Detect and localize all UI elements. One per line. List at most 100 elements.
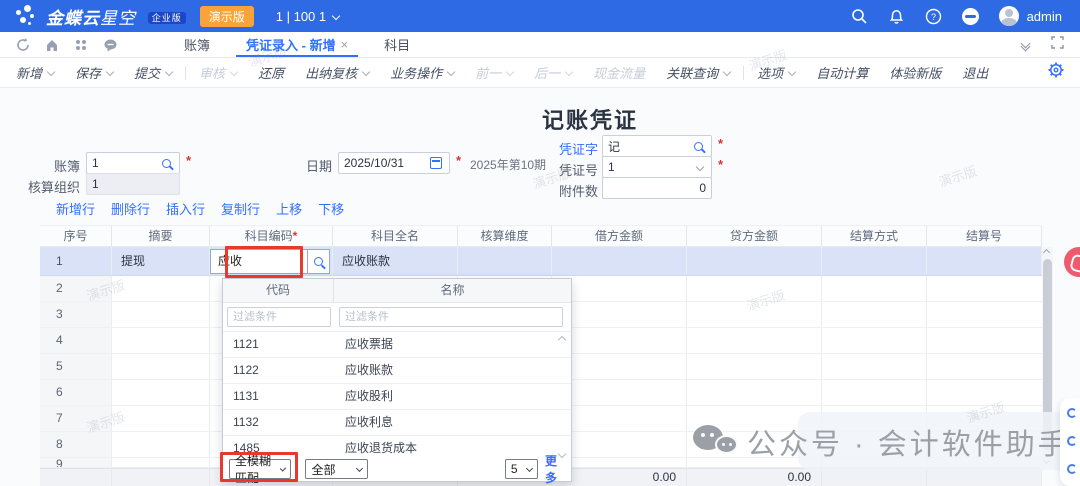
total-credit: 0.00 xyxy=(687,469,822,486)
row-summary[interactable]: 提现 xyxy=(112,247,210,275)
voucher-toolbar: 新增 保存 提交 审核 还原 出纳复核 业务操作 前一 后一 现金流量 关联查询… xyxy=(0,58,1080,88)
add-row-link[interactable]: 新增行 xyxy=(56,199,95,218)
annotation-box-match-mode xyxy=(220,452,298,482)
col-header-settle-method: 结算方式 xyxy=(822,226,927,246)
col-header-credit: 贷方金额 xyxy=(687,226,822,246)
auto-calc-button[interactable]: 自动计算 xyxy=(816,63,868,82)
search-icon[interactable] xyxy=(162,159,171,168)
total-debit: 0.00 xyxy=(552,469,687,486)
avatar[interactable] xyxy=(999,6,1019,26)
tab-label: 凭证录入 - 新增 xyxy=(246,35,336,54)
help-icon[interactable]: ? xyxy=(925,8,942,25)
exit-button[interactable]: 退出 xyxy=(962,63,988,82)
voucher-no-label: 凭证号 xyxy=(552,160,598,179)
code-filter-input[interactable] xyxy=(227,307,331,327)
col-header-debit: 借方金额 xyxy=(552,226,687,246)
new-version-button[interactable]: 体验新版 xyxy=(889,63,941,82)
chevron-down-icon xyxy=(526,464,533,471)
move-down-link[interactable]: 下移 xyxy=(318,199,344,218)
wechat-watermark-text: 公众号 · 会计软件助手 xyxy=(747,421,1070,463)
row-dimension[interactable] xyxy=(458,247,552,275)
wechat-watermark: 公众号 · 会计软件助手 xyxy=(693,421,1070,463)
insert-row-link[interactable]: 插入行 xyxy=(166,199,205,218)
brand-main: 金蝶云 xyxy=(46,9,100,28)
floating-badge[interactable] xyxy=(1064,247,1080,277)
row-account-name[interactable]: 应收账款 xyxy=(333,247,458,275)
period-text: 2025年第10期 xyxy=(470,156,546,173)
voucher-word-label[interactable]: 凭证字 xyxy=(552,139,598,158)
toolbar-divider xyxy=(743,66,744,80)
search-icon[interactable] xyxy=(851,8,868,25)
top-bar: 金蝶云星空 企业版 演示版 1 | 100 1 ? admin xyxy=(0,0,1080,32)
apps-grid-icon[interactable] xyxy=(74,38,88,52)
submit-button[interactable]: 提交 xyxy=(134,63,172,82)
app-window: 金蝶云星空 企业版 演示版 1 | 100 1 ? admin xyxy=(0,0,1080,486)
name-filter-input[interactable] xyxy=(339,307,563,327)
wechat-icon xyxy=(693,423,737,461)
previous-button: 前一 xyxy=(475,63,513,82)
cashier-review-button[interactable]: 出纳复核 xyxy=(305,63,369,82)
annotation-box-account-code xyxy=(225,246,303,278)
fullscreen-icon[interactable] xyxy=(1051,36,1064,54)
chevron-down-icon[interactable] xyxy=(696,163,704,171)
new-button[interactable]: 新增 xyxy=(16,63,54,82)
org-field: 1 xyxy=(86,173,180,195)
restore-button[interactable]: 还原 xyxy=(258,63,284,82)
calendar-icon[interactable] xyxy=(430,157,442,169)
scroll-up-icon[interactable] xyxy=(1043,249,1050,256)
home-icon[interactable] xyxy=(45,38,59,52)
org-label: 核算组织 xyxy=(8,177,80,196)
grid-row-1-selected[interactable]: 1 提现 应收 应收账款 xyxy=(40,247,1042,276)
tab-ledger[interactable]: 账簿 xyxy=(166,32,228,57)
tab-close-icon[interactable]: × xyxy=(341,37,349,52)
row-actions: 新增行 删除行 插入行 复制行 上移 下移 xyxy=(56,199,344,218)
row-credit[interactable] xyxy=(687,247,822,275)
scope-select[interactable]: 全部 xyxy=(305,459,367,479)
popup-row-1132[interactable]: 1132应收利息 xyxy=(223,409,571,435)
org-selector[interactable]: 1 | 100 1 xyxy=(276,9,339,24)
move-up-link[interactable]: 上移 xyxy=(276,199,302,218)
tab-label: 科目 xyxy=(384,35,410,54)
attachment-field[interactable]: 0 xyxy=(602,177,712,199)
message-icon[interactable] xyxy=(103,38,118,52)
date-field[interactable]: 2025/10/31 xyxy=(338,152,450,174)
account-lookup-button[interactable] xyxy=(307,249,330,274)
attachment-value: 0 xyxy=(699,181,706,195)
book-label: 账簿 xyxy=(20,156,80,175)
tab-accounts[interactable]: 科目 xyxy=(366,32,428,57)
row-settle-no[interactable] xyxy=(927,247,1042,275)
related-query-button[interactable]: 关联查询 xyxy=(666,63,730,82)
popup-row-1121[interactable]: 1121应收票据 xyxy=(223,331,571,357)
collapse-icon[interactable] xyxy=(962,8,979,25)
delete-row-link[interactable]: 删除行 xyxy=(111,199,150,218)
popup-row-1131[interactable]: 1131应收股利 xyxy=(223,383,571,409)
audit-button: 审核 xyxy=(199,63,237,82)
popup-row-1122[interactable]: 1122应收账款 xyxy=(223,357,571,383)
more-link[interactable]: 更多 xyxy=(545,452,567,486)
copy-row-link[interactable]: 复制行 xyxy=(221,199,260,218)
col-header-summary: 摘要 xyxy=(112,226,210,246)
search-icon[interactable] xyxy=(694,142,703,151)
refresh-icon[interactable] xyxy=(16,38,30,52)
gear-icon[interactable] xyxy=(1048,62,1064,83)
notification-bell-icon[interactable] xyxy=(888,8,905,25)
page-size-select[interactable]: 5 xyxy=(505,459,538,479)
row-settle-method[interactable] xyxy=(822,247,927,275)
attachment-label: 附件数 xyxy=(552,181,598,200)
required-marker: * xyxy=(186,153,191,168)
voucher-no-field[interactable]: 1 xyxy=(602,156,712,178)
tab-voucher-entry-new[interactable]: 凭证录入 - 新增 × xyxy=(228,32,366,57)
business-ops-button[interactable]: 业务操作 xyxy=(390,63,454,82)
row-debit[interactable] xyxy=(552,247,687,275)
options-button[interactable]: 选项 xyxy=(757,63,795,82)
save-button[interactable]: 保存 xyxy=(75,63,113,82)
book-field[interactable]: 1 xyxy=(86,152,180,174)
popup-header-row: 代码 名称 xyxy=(223,279,571,303)
date-value: 2025/10/31 xyxy=(344,156,430,170)
col-header-settle-no: 结算号 xyxy=(927,226,1042,246)
date-label: 日期 xyxy=(300,156,332,175)
collapse-tabs-icon[interactable] xyxy=(1022,40,1029,50)
voucher-word-field[interactable]: 记 xyxy=(602,135,712,157)
voucher-word-value: 记 xyxy=(608,138,694,155)
username[interactable]: admin xyxy=(1027,9,1062,24)
